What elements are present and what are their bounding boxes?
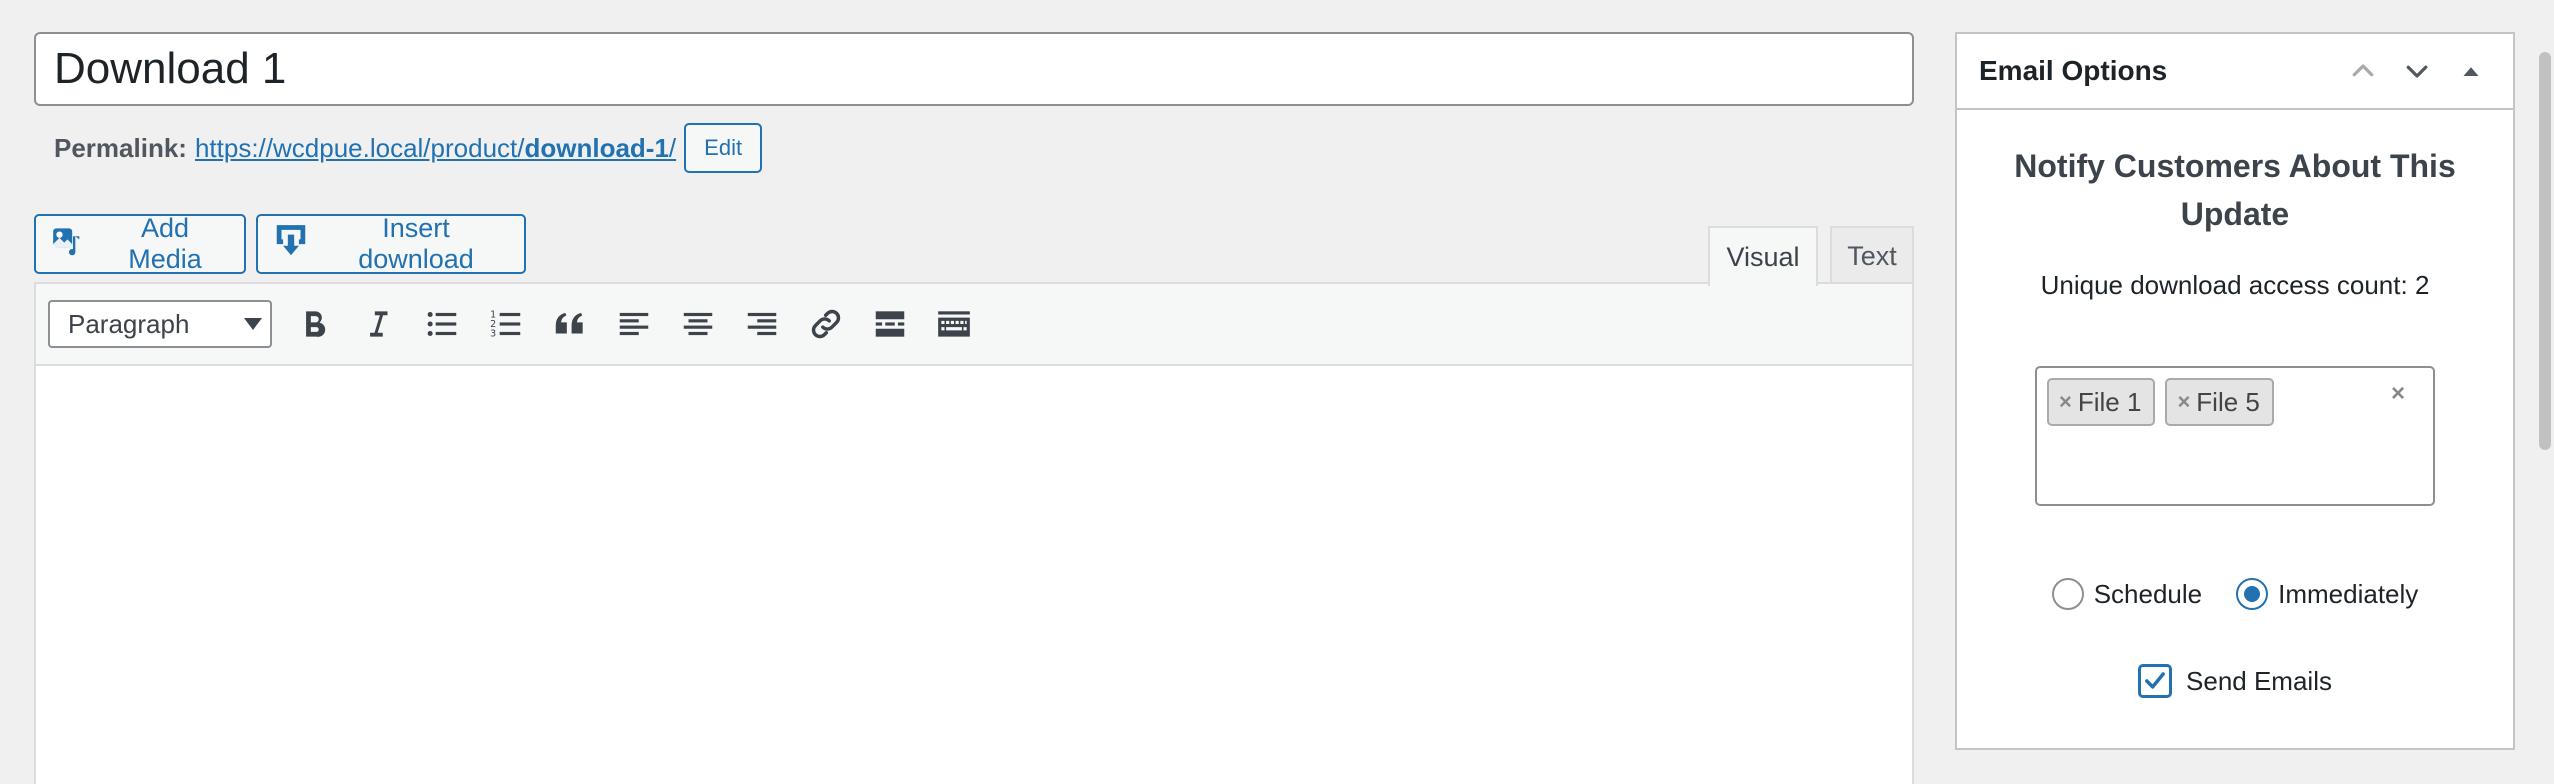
access-count-text: Unique download access count: 2 xyxy=(2040,270,2430,300)
email-options-title: Email Options xyxy=(1979,55,2168,86)
chip-remove-icon[interactable]: × xyxy=(2177,389,2190,415)
edit-permalink-button[interactable]: Edit xyxy=(684,123,763,173)
files-multiselect[interactable]: × File 1 × File 5 × xyxy=(2035,366,2435,506)
send-emails-label: Send Emails xyxy=(2186,665,2332,696)
add-media-icon xyxy=(50,222,88,267)
radio-immediately-control[interactable] xyxy=(2236,578,2269,610)
add-media-button[interactable]: Add Media xyxy=(34,213,246,274)
send-emails-checkbox[interactable] xyxy=(2138,664,2173,698)
download-icon xyxy=(272,222,310,267)
align-right-icon[interactable] xyxy=(730,292,794,356)
bulleted-list-icon[interactable] xyxy=(410,292,474,356)
email-options-box: Email Options Notify Customers About Thi… xyxy=(1955,32,2515,750)
move-down-icon[interactable] xyxy=(2397,51,2437,91)
post-title-input[interactable] xyxy=(34,32,1914,106)
move-up-icon[interactable] xyxy=(2343,51,2383,91)
editor-content-area[interactable] xyxy=(36,366,1912,784)
radio-immediately-label: Immediately xyxy=(2278,578,2419,609)
toolbar-toggle-icon[interactable] xyxy=(922,292,986,356)
italic-icon[interactable] xyxy=(346,292,410,356)
svg-text:3: 3 xyxy=(490,329,496,340)
blockquote-icon[interactable] xyxy=(538,292,602,356)
file-chip: × File 1 xyxy=(2047,378,2156,426)
align-left-icon[interactable] xyxy=(602,292,666,356)
notify-heading: Notify Customers About This Update xyxy=(2014,148,2456,232)
content-editor: Paragraph 123 xyxy=(34,282,1914,784)
radio-schedule[interactable]: Schedule xyxy=(2051,578,2203,610)
selected-files: × File 1 × File 5 xyxy=(2047,378,2274,426)
chevron-down-icon xyxy=(244,318,262,330)
clear-selection-icon[interactable]: × xyxy=(2391,380,2405,408)
send-emails-option[interactable]: Send Emails xyxy=(1957,664,2513,698)
scrollbar-thumb[interactable] xyxy=(2539,52,2551,450)
insert-download-button[interactable]: Insert download xyxy=(256,213,526,274)
radio-schedule-control[interactable] xyxy=(2051,578,2084,610)
permalink-base: https://wcdpue.local/product/ xyxy=(194,132,525,163)
file-chip: × File 5 xyxy=(2165,378,2274,426)
radio-immediately[interactable]: Immediately xyxy=(2236,578,2418,610)
chip-remove-icon[interactable]: × xyxy=(2059,389,2072,415)
collapse-toggle-icon[interactable] xyxy=(2451,51,2491,91)
permalink-label: Permalink: xyxy=(54,132,187,163)
read-more-icon[interactable] xyxy=(858,292,922,356)
format-select[interactable]: Paragraph xyxy=(48,300,272,348)
permalink-slug: download-1 xyxy=(524,132,669,163)
permalink-row: Permalink: https://wcdpue.local/product/… xyxy=(54,123,763,173)
page-scrollbar[interactable] xyxy=(2536,0,2554,784)
permalink-link[interactable]: https://wcdpue.local/product/download-1/ xyxy=(195,133,676,164)
radio-schedule-label: Schedule xyxy=(2093,578,2203,609)
add-media-label: Add Media xyxy=(128,213,202,274)
file-chip-label: File 1 xyxy=(2077,386,2142,417)
align-center-icon[interactable] xyxy=(666,292,730,356)
permalink-trailing: / xyxy=(668,132,677,163)
editor-toolbar: Paragraph 123 xyxy=(36,284,1912,366)
insert-download-label: Insert download xyxy=(358,213,474,274)
numbered-list-icon[interactable]: 123 xyxy=(474,292,538,356)
tab-text[interactable]: Text xyxy=(1830,226,1914,284)
checkmark-icon xyxy=(2145,672,2165,689)
link-icon[interactable] xyxy=(794,292,858,356)
bold-icon[interactable] xyxy=(282,292,346,356)
tab-visual[interactable]: Visual xyxy=(1708,226,1818,286)
timing-radio-group: Schedule Immediately xyxy=(1957,578,2513,610)
email-options-header: Email Options xyxy=(1957,34,2513,110)
file-chip-label: File 5 xyxy=(2196,386,2260,417)
postbox-handles xyxy=(2343,51,2491,91)
format-select-value: Paragraph xyxy=(68,308,190,339)
